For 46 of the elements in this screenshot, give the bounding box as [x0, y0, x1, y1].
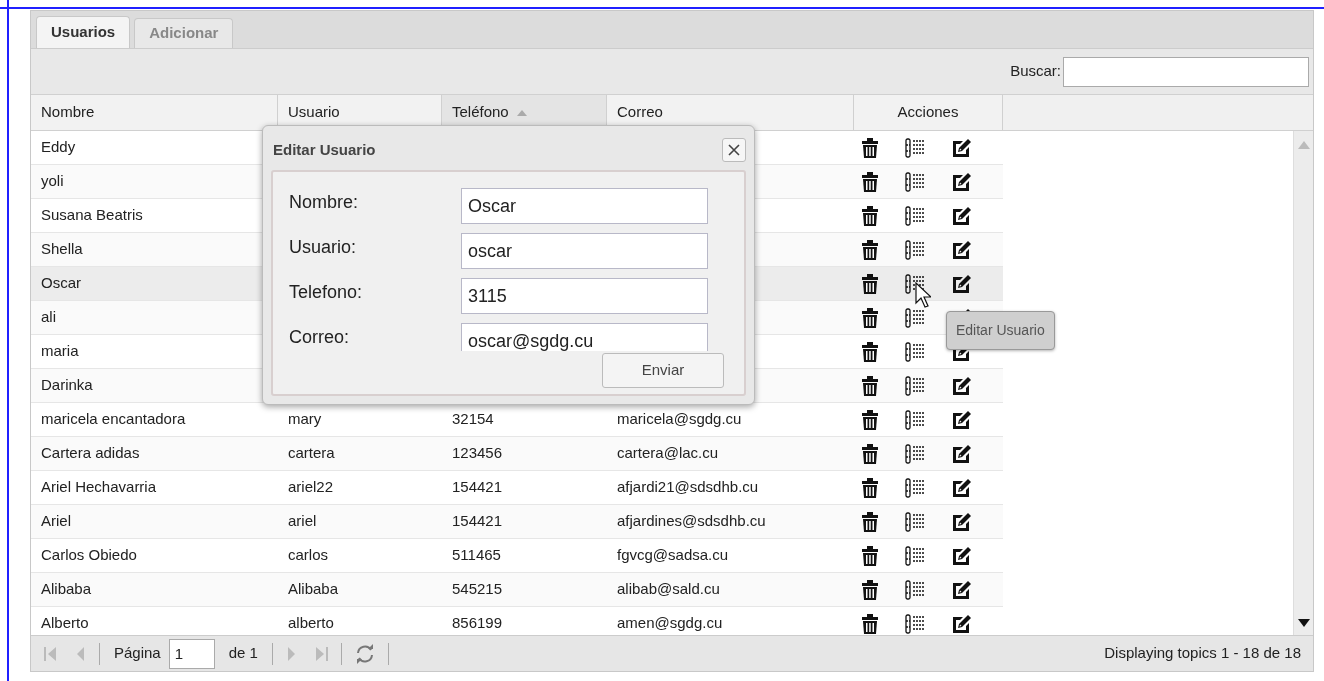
page-label: Página	[114, 643, 161, 664]
field-label: Telefono:	[289, 281, 364, 304]
table-cell: afjardi21@sdsdhb.cu	[617, 478, 759, 496]
table-cell: 545215	[452, 580, 503, 598]
table-cell: Ariel Hechavarria	[41, 478, 157, 496]
table-cell: 511465	[452, 546, 501, 564]
table-cell: Alibaba	[288, 580, 339, 598]
table-cell: amen@sgdg.cu	[617, 614, 723, 632]
table-cell: mary	[288, 410, 322, 428]
table-cell: 154421	[452, 512, 503, 530]
table-cell: maricela encantadora	[41, 410, 186, 428]
table-cell: maricela@sgdg.cu	[617, 410, 742, 428]
table-cell: Oscar	[41, 274, 81, 292]
table-cell: alberto	[288, 614, 334, 632]
table-cell: Eddy	[41, 138, 76, 156]
table-cell: alibab@sald.cu	[617, 580, 720, 598]
table-cell: afjardines@sdsdhb.cu	[617, 512, 766, 530]
table-cell: Alberto	[41, 614, 89, 632]
table-cell: cartera	[288, 444, 335, 462]
dialog-title: Editar Usuario	[273, 139, 376, 160]
table-cell: ariel	[288, 512, 317, 530]
table-cell: 856199	[452, 614, 503, 632]
page-count: de 1	[228, 643, 258, 664]
table-cell: Shella	[41, 240, 83, 258]
table-cell: cartera@lac.cu	[617, 444, 719, 462]
table-cell: 154421	[452, 478, 503, 496]
table-cell: yoli	[41, 172, 64, 190]
search-label: Buscar:	[1010, 61, 1061, 82]
table-cell: 32154	[452, 410, 494, 428]
table-cell: Susana Beatris	[41, 206, 143, 224]
table-cell: 123456	[452, 444, 503, 462]
table-cell: fgvcg@sadsa.cu	[617, 546, 729, 564]
table-cell: Cartera adidas	[41, 444, 140, 462]
field-label: Correo:	[289, 326, 351, 349]
field-label: Usuario:	[289, 236, 358, 259]
table-cell: ali	[41, 308, 56, 326]
table-cell: carlos	[288, 546, 328, 564]
table-cell: Carlos Obiedo	[41, 546, 137, 564]
tooltip: Editar Usuario	[946, 311, 1055, 350]
table-cell: maria	[41, 342, 79, 360]
table-cell: Ariel	[41, 512, 71, 530]
table-cell: ariel22	[288, 478, 334, 496]
table-cell: Alibaba	[41, 580, 92, 598]
paging-summary: Displaying topics 1 - 18 de 18	[1104, 643, 1301, 664]
field-label: Nombre:	[289, 191, 360, 214]
table-cell: Darinka	[41, 376, 93, 394]
